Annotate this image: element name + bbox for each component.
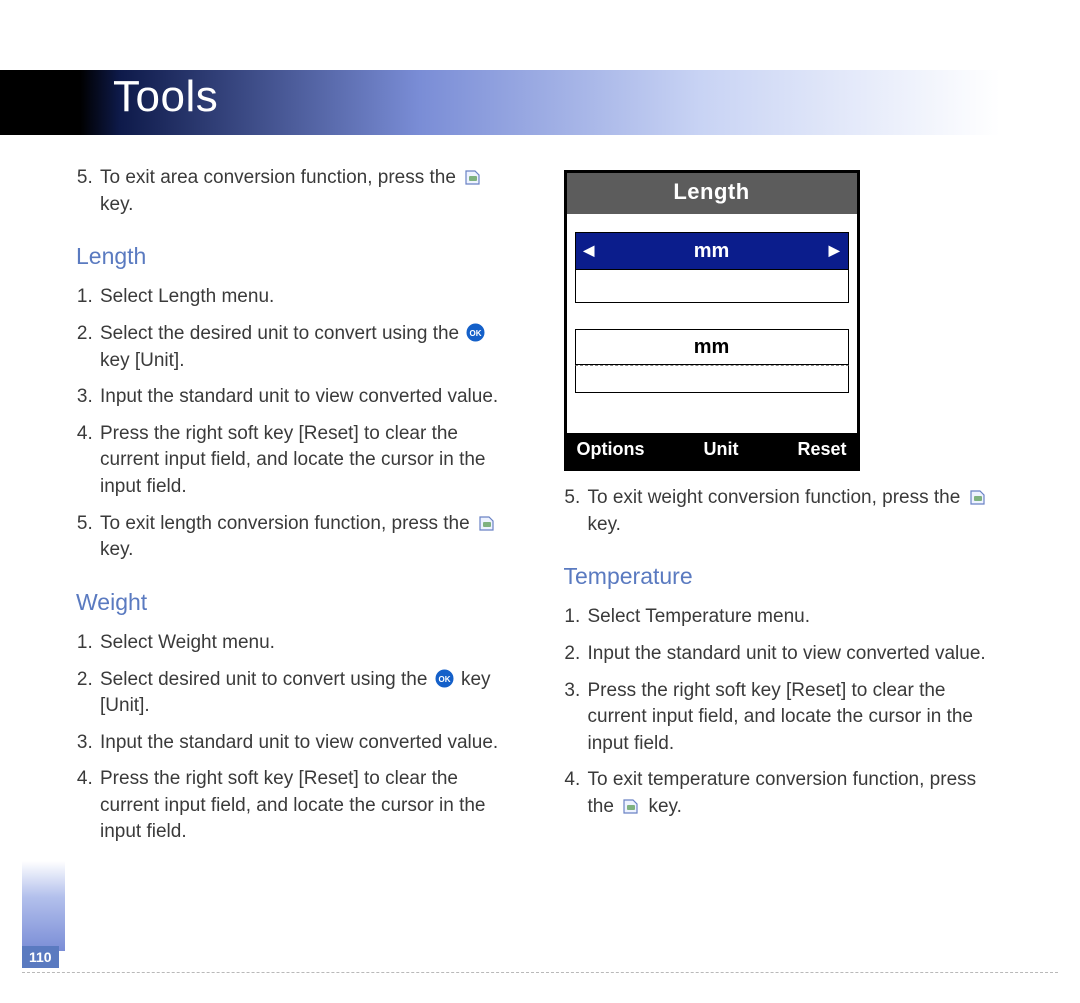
back-key-icon <box>477 513 497 533</box>
list-item: Press the right soft key [Reset] to clea… <box>98 766 509 846</box>
temperature-heading: Temperature <box>564 560 997 592</box>
svg-text:OK: OK <box>470 329 482 338</box>
list-item: Input the standard unit to view converte… <box>98 730 509 757</box>
page-title: Tools <box>113 72 218 122</box>
footer-divider <box>22 972 1058 973</box>
softkey-center: Unit <box>703 437 738 462</box>
weight-list: Select Weight menu. Select desired unit t… <box>76 630 509 846</box>
phone-unit-selected: mm <box>694 240 730 262</box>
side-gradient-strip <box>22 861 65 951</box>
phone-unit-selector: ◀ mm ▶ <box>575 232 849 270</box>
ok-key-icon: OK <box>435 669 454 688</box>
list-item: Select Weight menu. <box>98 630 509 657</box>
back-key-icon <box>968 487 988 507</box>
phone-unit-secondary: mm <box>575 329 849 365</box>
page-number-badge: 110 <box>22 946 59 968</box>
list-item: Select Temperature menu. <box>586 604 997 631</box>
length-list: Select Length menu. Select the desired un… <box>76 284 509 563</box>
length-heading: Length <box>76 240 509 272</box>
back-key-icon <box>621 796 641 816</box>
page-footer: 110 <box>22 946 1058 973</box>
list-item: Press the right soft key [Reset] to clea… <box>98 421 509 501</box>
list-item: To exit temperature conversion function,… <box>586 767 997 820</box>
list-item: Select Length menu. <box>98 284 509 311</box>
chevron-right-icon: ▶ <box>829 241 840 261</box>
weight-heading: Weight <box>76 586 509 618</box>
chevron-left-icon: ◀ <box>584 241 595 261</box>
phone-softkeys: Options Unit Reset <box>567 433 857 468</box>
list-item: Press the right soft key [Reset] to clea… <box>586 678 997 758</box>
svg-text:OK: OK <box>438 675 450 684</box>
list-item: Select desired unit to convert using the… <box>98 667 509 720</box>
list-item: Input the standard unit to view converte… <box>98 384 509 411</box>
softkey-left: Options <box>577 437 645 462</box>
left-column: To exit area conversion function, press … <box>76 165 509 856</box>
phone-screenshot: Length ◀ mm ▶ mm Options Unit Reset <box>564 170 860 471</box>
list-item: To exit length conversion function, pres… <box>98 511 509 564</box>
right-column: Length ◀ mm ▶ mm Options Unit Reset <box>564 165 997 856</box>
list-item: To exit area conversion function, press … <box>98 165 509 218</box>
phone-input-secondary <box>575 365 849 393</box>
temperature-list: Select Temperature menu. Input the standa… <box>564 604 997 820</box>
phone-input-primary <box>575 270 849 303</box>
area-continuation-list: To exit area conversion function, press … <box>76 165 509 218</box>
phone-title: Length <box>567 173 857 214</box>
phone-body: ◀ mm ▶ mm <box>567 214 857 433</box>
manual-page: Tools To exit area conversion function, … <box>0 0 1080 1003</box>
list-item: Input the standard unit to view converte… <box>586 641 997 668</box>
list-item: To exit weight conversion function, pres… <box>586 485 997 538</box>
ok-key-icon: OK <box>466 323 485 342</box>
content-columns: To exit area conversion function, press … <box>76 165 996 856</box>
list-item: Select the desired unit to convert using… <box>98 321 509 374</box>
softkey-right: Reset <box>797 437 846 462</box>
weight-continuation-list: To exit weight conversion function, pres… <box>564 485 997 538</box>
back-key-icon <box>463 167 483 187</box>
